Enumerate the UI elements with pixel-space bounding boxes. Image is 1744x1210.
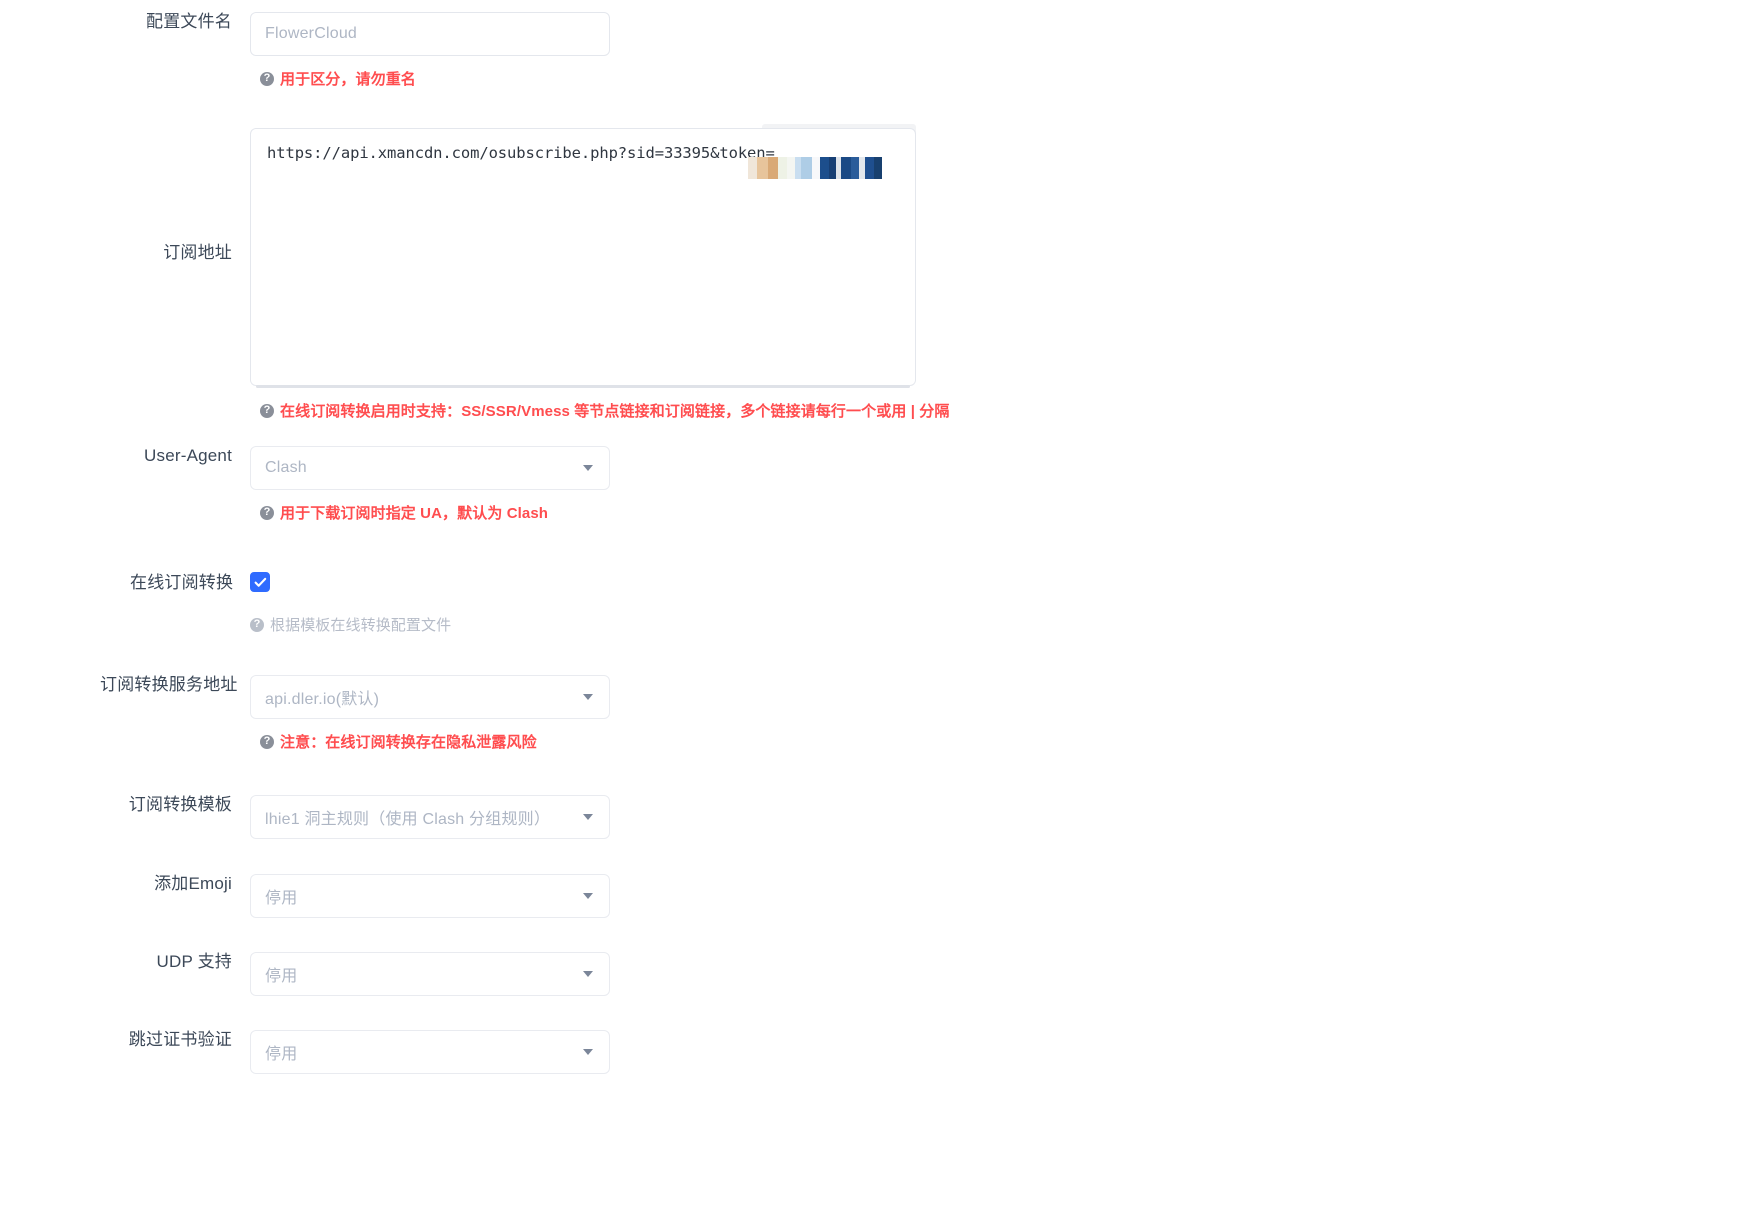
field-subscribe-url: https://api.xmancdn.com/osubscribe.php?s… xyxy=(250,124,949,420)
mosaic-block xyxy=(748,157,757,179)
hint-profile-name: ? 用于区分，请勿重名 xyxy=(260,68,416,89)
chevron-down-icon xyxy=(583,1049,593,1055)
question-circle-icon: ? xyxy=(250,617,264,632)
hint-subscribe-url-text: 在线订阅转换启用时支持：SS/SSR/Vmess 等节点链接和订阅链接，多个链接… xyxy=(280,403,950,420)
label-add-emoji: 添加Emoji xyxy=(154,874,232,893)
field-row-skip-cert-verify: 跳过证书验证 停用 xyxy=(100,1030,610,1074)
label-convert-service: 订阅转换服务地址 xyxy=(100,675,238,694)
field-row-convert-service: 订阅转换服务地址 api.dler.io(默认) ? 注意：在线订阅转换存在隐私… xyxy=(100,675,610,751)
chevron-down-icon xyxy=(583,465,593,471)
textarea-resize-handle[interactable] xyxy=(256,385,910,388)
mosaic-block xyxy=(768,157,778,179)
label-convert-template: 订阅转换模板 xyxy=(128,795,232,814)
chevron-down-icon xyxy=(583,814,593,820)
online-convert-checkbox[interactable] xyxy=(250,572,270,592)
field-user-agent: Clash ? 用于下载订阅时指定 UA，默认为 Clash xyxy=(250,446,610,522)
field-online-convert: ? 根据模板在线转换配置文件 xyxy=(250,572,451,634)
profile-name-input[interactable]: FlowerCloud xyxy=(250,12,610,56)
question-circle-icon: ? xyxy=(260,505,274,520)
hint-user-agent-text: 用于下载订阅时指定 UA，默认为 Clash xyxy=(280,505,549,522)
mosaic-block xyxy=(778,157,787,179)
field-convert-service: api.dler.io(默认) ? 注意：在线订阅转换存在隐私泄露风险 xyxy=(250,675,610,751)
mosaic-block xyxy=(757,157,768,179)
field-row-convert-template: 订阅转换模板 lhie1 洞主规则（使用 Clash 分组规则） xyxy=(100,795,610,839)
field-row-udp-support: UDP 支持 停用 xyxy=(100,952,610,996)
convert-service-value: api.dler.io(默认) xyxy=(265,691,380,708)
field-row-subscribe-url: 订阅地址 https://api.xmancdn.com/osubscribe.… xyxy=(130,124,949,420)
label-udp-support: UDP 支持 xyxy=(156,952,232,971)
field-add-emoji: 停用 xyxy=(250,874,610,918)
convert-template-value: lhie1 洞主规则（使用 Clash 分组规则） xyxy=(265,811,551,828)
chevron-down-icon xyxy=(583,893,593,899)
hint-user-agent: ? 用于下载订阅时指定 UA，默认为 Clash xyxy=(260,502,548,523)
profile-name-value: FlowerCloud xyxy=(265,25,358,42)
mosaic-block xyxy=(851,157,859,179)
mosaic-block xyxy=(841,157,851,179)
hint-online-convert-text: 根据模板在线转换配置文件 xyxy=(270,617,452,634)
add-emoji-value: 停用 xyxy=(265,890,298,907)
hint-subscribe-url: ? 在线订阅转换启用时支持：SS/SSR/Vmess 等节点链接和订阅链接，多个… xyxy=(260,400,949,421)
field-row-add-emoji: 添加Emoji 停用 xyxy=(100,874,610,918)
udp-support-value: 停用 xyxy=(265,968,298,985)
add-emoji-select[interactable]: 停用 xyxy=(250,874,610,918)
user-agent-value: Clash xyxy=(265,459,307,476)
field-udp-support: 停用 xyxy=(250,952,610,996)
mosaic-block xyxy=(829,157,836,179)
mosaic-block xyxy=(874,157,882,179)
hint-online-convert: ? 根据模板在线转换配置文件 xyxy=(250,614,451,635)
checkmark-icon xyxy=(254,577,266,587)
field-convert-template: lhie1 洞主规则（使用 Clash 分组规则） xyxy=(250,795,610,839)
chevron-down-icon xyxy=(583,694,593,700)
question-circle-icon: ? xyxy=(260,734,274,749)
udp-support-select[interactable]: 停用 xyxy=(250,952,610,996)
user-agent-select[interactable]: Clash xyxy=(250,446,610,490)
field-row-user-agent: User-Agent Clash ? 用于下载订阅时指定 UA，默认为 Clas… xyxy=(130,446,610,522)
hint-profile-name-text: 用于区分，请勿重名 xyxy=(280,71,416,88)
mosaic-block xyxy=(801,157,812,179)
mosaic-block xyxy=(787,157,795,179)
label-user-agent: User-Agent xyxy=(144,446,232,465)
question-circle-icon: ? xyxy=(260,403,274,418)
label-online-convert: 在线订阅转换 xyxy=(130,573,234,592)
mosaic-block xyxy=(820,157,829,179)
label-skip-cert-verify: 跳过证书验证 xyxy=(128,1030,232,1049)
skip-cert-verify-select[interactable]: 停用 xyxy=(250,1030,610,1074)
chevron-down-icon xyxy=(583,971,593,977)
mosaic-block xyxy=(865,157,874,179)
label-profile-name: 配置文件名 xyxy=(146,12,232,31)
token-redaction-mosaic xyxy=(748,157,882,179)
convert-service-select[interactable]: api.dler.io(默认) xyxy=(250,675,610,719)
mosaic-block xyxy=(812,157,820,179)
subscribe-url-textarea-wrap: https://api.xmancdn.com/osubscribe.php?s… xyxy=(250,124,916,388)
field-skip-cert-verify: 停用 xyxy=(250,1030,610,1074)
hint-convert-service: ? 注意：在线订阅转换存在隐私泄露风险 xyxy=(260,731,537,752)
skip-cert-verify-value: 停用 xyxy=(265,1046,298,1063)
label-subscribe-url: 订阅地址 xyxy=(163,243,232,262)
question-circle-icon: ? xyxy=(260,71,274,86)
field-profile-name: FlowerCloud ? 用于区分，请勿重名 xyxy=(250,12,610,88)
hint-convert-service-text: 注意：在线订阅转换存在隐私泄露风险 xyxy=(280,734,537,751)
convert-template-select[interactable]: lhie1 洞主规则（使用 Clash 分组规则） xyxy=(250,795,610,839)
field-row-profile-name: 配置文件名 FlowerCloud ? 用于区分，请勿重名 xyxy=(130,12,610,88)
field-row-online-convert: 在线订阅转换 ? 根据模板在线转换配置文件 xyxy=(130,572,451,634)
